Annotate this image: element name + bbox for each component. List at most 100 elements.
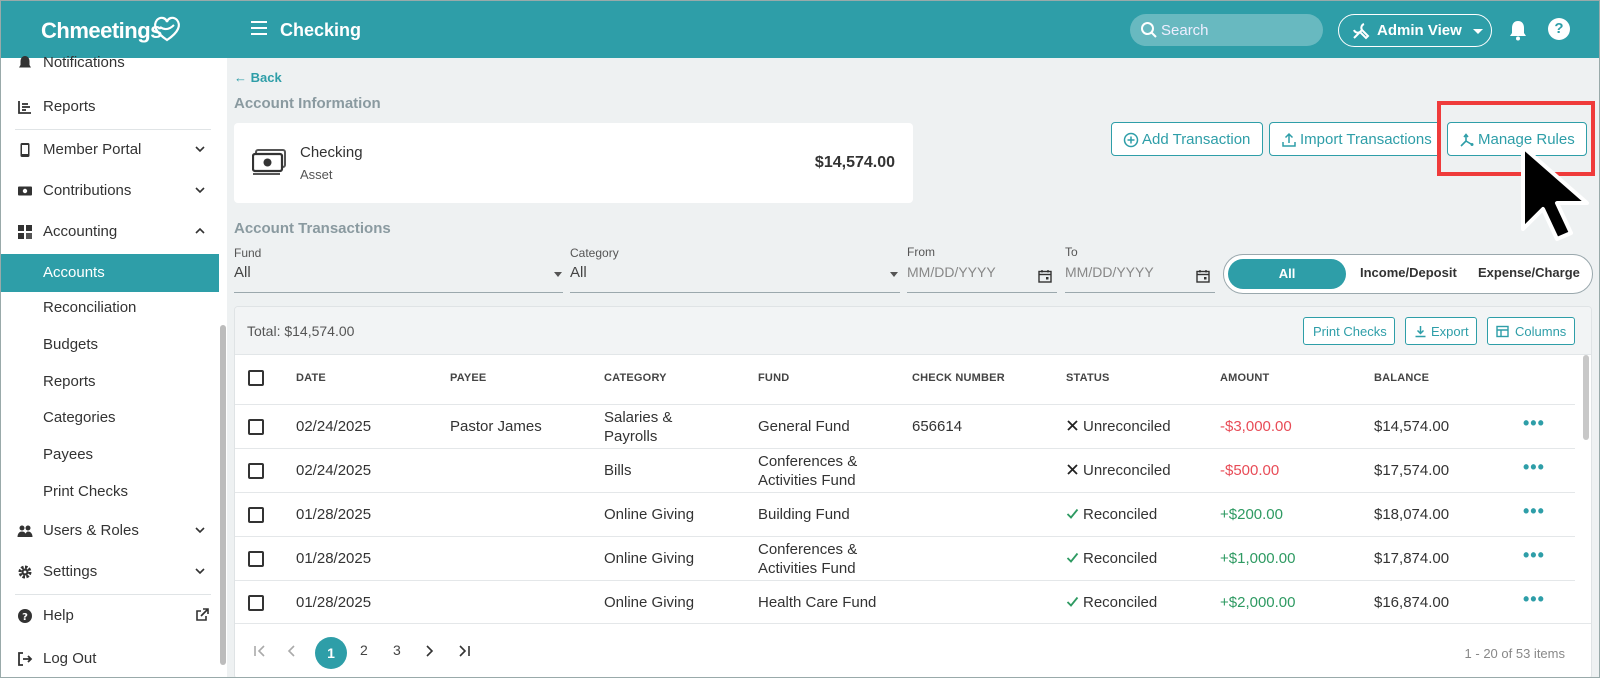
row-more-icon[interactable]: ••• xyxy=(1523,545,1545,566)
help-icon[interactable]: ? xyxy=(1548,18,1570,40)
chevron-down-icon xyxy=(195,527,205,534)
sidebar-item-settings[interactable]: Settings xyxy=(1,553,219,591)
page-1-button[interactable]: 1 xyxy=(315,637,347,669)
select-all-checkbox[interactable] xyxy=(248,370,264,386)
next-page-icon[interactable] xyxy=(422,644,436,658)
sidebar-item-payees[interactable]: Payees xyxy=(1,436,219,474)
table-row[interactable]: 01/28/2025 Online Giving Conferences & A… xyxy=(235,536,1575,581)
sidebar-item-accounts[interactable]: Accounts xyxy=(1,254,219,292)
back-link[interactable]: ← Back xyxy=(234,70,282,85)
from-date-input[interactable]: MM/DD/YYYY xyxy=(907,264,996,280)
row-checkbox[interactable] xyxy=(248,463,264,479)
row-more-icon[interactable]: ••• xyxy=(1523,413,1545,434)
column-header-amount[interactable]: AMOUNT xyxy=(1220,372,1269,384)
account-name: Checking xyxy=(300,144,363,161)
page-3-button[interactable]: 3 xyxy=(393,642,401,658)
sidebar-item-member-portal[interactable]: Member Portal xyxy=(1,131,219,169)
total-value: $14,574.00 xyxy=(284,323,355,339)
status-text: Reconciled xyxy=(1083,550,1158,567)
row-checkbox[interactable] xyxy=(248,551,264,567)
x-icon xyxy=(1067,464,1078,475)
hamburger-menu-icon[interactable] xyxy=(251,21,267,35)
row-checkbox[interactable] xyxy=(248,419,264,435)
print-checks-button[interactable]: Print Checks xyxy=(1303,317,1395,345)
external-link-icon xyxy=(196,608,209,621)
column-header-payee[interactable]: PAYEE xyxy=(450,372,486,384)
category-filter-value[interactable]: All xyxy=(570,264,587,281)
type-option-expense[interactable]: Expense/Charge xyxy=(1478,265,1580,280)
last-page-icon[interactable] xyxy=(457,644,471,658)
admin-view-dropdown[interactable]: Admin View xyxy=(1338,14,1492,47)
check-icon xyxy=(1066,552,1079,563)
fund-filter-label: Fund xyxy=(234,246,262,260)
fund-filter-value[interactable]: All xyxy=(234,264,251,281)
chevron-down-icon xyxy=(195,146,205,153)
cell-date: 01/28/2025 xyxy=(296,594,372,611)
app-logo[interactable]: Chmeetings xyxy=(41,18,162,44)
previous-page-icon[interactable] xyxy=(285,644,299,658)
sidebar-item-label: Accounts xyxy=(43,264,105,281)
add-transaction-button[interactable]: Add Transaction xyxy=(1111,122,1263,156)
sidebar-item-contributions[interactable]: Contributions xyxy=(1,172,219,210)
first-page-icon[interactable] xyxy=(253,644,267,658)
type-option-income[interactable]: Income/Deposit xyxy=(1360,265,1457,280)
sidebar-item-print-checks[interactable]: Print Checks xyxy=(1,473,219,511)
sidebar-item-help[interactable]: ? Help xyxy=(1,597,219,635)
row-more-icon[interactable]: ••• xyxy=(1523,501,1545,522)
type-option-all[interactable]: All xyxy=(1228,259,1346,289)
sidebar-item-reconciliation[interactable]: Reconciliation xyxy=(1,289,219,327)
sidebar-item-label: Notifications xyxy=(43,54,125,71)
export-button[interactable]: Export xyxy=(1405,317,1477,345)
back-label: Back xyxy=(250,70,282,85)
column-header-fund[interactable]: FUND xyxy=(758,372,789,384)
caret-down-icon[interactable] xyxy=(890,272,898,277)
row-checkbox[interactable] xyxy=(248,507,264,523)
sidebar-item-categories[interactable]: Categories xyxy=(1,399,219,437)
row-more-icon[interactable]: ••• xyxy=(1523,589,1545,610)
notifications-bell-icon[interactable] xyxy=(1508,19,1528,41)
column-header-category[interactable]: CATEGORY xyxy=(604,372,667,384)
sidebar-item-label: Log Out xyxy=(43,650,97,667)
sidebar-item-accounting-reports[interactable]: Reports xyxy=(1,363,219,401)
search-input[interactable]: Search xyxy=(1130,14,1323,46)
to-date-input[interactable]: MM/DD/YYYY xyxy=(1065,264,1154,280)
column-header-check-number[interactable]: CHECK NUMBER xyxy=(912,372,1005,384)
sidebar-item-accounting[interactable]: Accounting xyxy=(1,213,219,251)
cell-status: Reconciled xyxy=(1066,506,1157,523)
calendar-icon[interactable] xyxy=(1196,269,1210,283)
sidebar-item-notifications[interactable]: Notifications xyxy=(1,44,219,82)
cash-icon xyxy=(252,149,286,175)
column-header-date[interactable]: DATE xyxy=(296,372,326,384)
table-row[interactable]: 01/28/2025 Online Giving Health Care Fun… xyxy=(235,580,1575,625)
table-row[interactable]: 02/24/2025 Bills Conferences & Activitie… xyxy=(235,448,1575,493)
columns-button[interactable]: Columns xyxy=(1487,317,1575,345)
calendar-icon[interactable] xyxy=(1038,269,1052,283)
app-window: Chmeetings Checking Search Admin View ? … xyxy=(0,0,1600,678)
column-header-balance[interactable]: BALANCE xyxy=(1374,372,1429,384)
import-transactions-button[interactable]: Import Transactions xyxy=(1269,122,1441,156)
column-header-status[interactable]: STATUS xyxy=(1066,372,1110,384)
sidebar-item-log-out[interactable]: Log Out xyxy=(1,640,219,677)
plus-circle-icon xyxy=(1123,132,1139,148)
cell-amount: -$500.00 xyxy=(1220,462,1280,479)
row-checkbox[interactable] xyxy=(248,595,264,611)
help-icon: ? xyxy=(18,609,32,623)
account-transactions-title: Account Transactions xyxy=(234,220,391,237)
sidebar-scrollbar-thumb[interactable] xyxy=(220,325,226,665)
from-date-underline xyxy=(907,292,1057,293)
table-row[interactable]: 01/28/2025 Online Giving Building Fund R… xyxy=(235,492,1575,537)
table-row[interactable]: 02/24/2025 Pastor James Salaries & Payro… xyxy=(235,404,1575,449)
row-more-icon[interactable]: ••• xyxy=(1523,457,1545,478)
arrow-left-icon: ← xyxy=(234,70,247,85)
sidebar-item-budgets[interactable]: Budgets xyxy=(1,326,219,364)
cell-category: Salaries & Payrolls xyxy=(604,409,673,445)
page-2-button[interactable]: 2 xyxy=(360,642,368,658)
cell-balance: $16,874.00 xyxy=(1374,594,1450,611)
sidebar-item-users-roles[interactable]: Users & Roles xyxy=(1,512,219,550)
caret-down-icon[interactable] xyxy=(554,272,562,277)
sidebar-item-reports[interactable]: Reports xyxy=(1,88,219,126)
cell-status: Reconciled xyxy=(1066,550,1157,567)
table-scrollbar-thumb[interactable] xyxy=(1583,355,1589,440)
sidebar-item-label: Accounting xyxy=(43,223,118,240)
to-date-underline xyxy=(1065,292,1215,293)
